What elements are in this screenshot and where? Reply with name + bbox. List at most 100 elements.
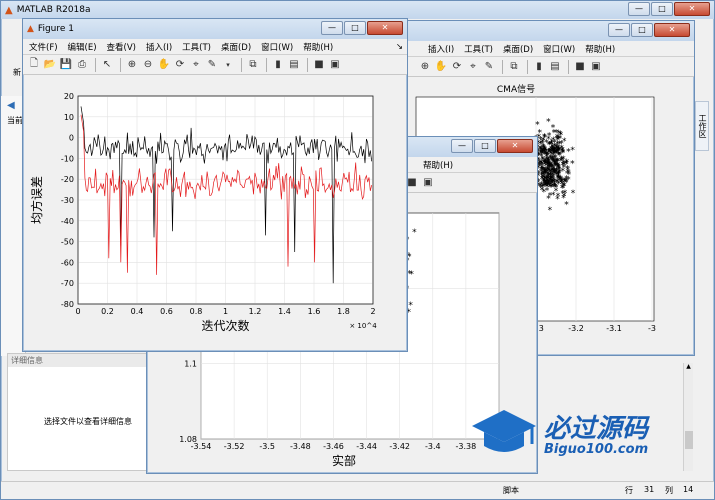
colorbar-icon[interactable]: ▮: [271, 58, 285, 72]
y-tick-label: -70: [61, 279, 74, 288]
fig1-maximize-button[interactable]: □: [344, 21, 366, 35]
cma-menu-insert[interactable]: 插入(I): [428, 43, 454, 55]
pan-icon[interactable]: ✋: [434, 60, 448, 74]
mid-maximize-button[interactable]: □: [474, 139, 496, 153]
toolstrip-new-label: 新: [13, 68, 21, 77]
mid-x-tick-label: -3.46: [323, 442, 344, 451]
cma-maximize-button[interactable]: □: [631, 23, 653, 37]
minimize-button[interactable]: —: [628, 2, 650, 16]
brush-icon[interactable]: ✎: [482, 60, 496, 74]
y-tick-label: -40: [61, 217, 74, 226]
edit-plot-icon[interactable]: ↖: [100, 58, 114, 72]
cma-menu-tools[interactable]: 工具(T): [464, 43, 493, 55]
cma-scatter-point: *: [540, 183, 545, 193]
close-button[interactable]: ✕: [674, 2, 710, 16]
data-cursor-icon[interactable]: ⌖: [189, 58, 203, 72]
matlab-titlebar: ▲ MATLAB R2018a — □ ✕: [1, 1, 714, 19]
open-icon[interactable]: 📂: [43, 58, 57, 72]
cma-menu-desktop[interactable]: 桌面(D): [503, 43, 533, 55]
cma-scatter-point: *: [547, 141, 552, 151]
pan-icon[interactable]: ✋: [157, 58, 171, 72]
menu-insert[interactable]: 插入(I): [146, 41, 172, 53]
menu-tools[interactable]: 工具(T): [182, 41, 211, 53]
menu-desktop[interactable]: 桌面(D): [221, 41, 251, 53]
zoom-out-icon[interactable]: ⊖: [141, 58, 155, 72]
right-panel-tab[interactable]: 工作区: [695, 101, 709, 151]
zoom-in-icon[interactable]: ⊕: [418, 60, 432, 74]
mid-menu-help[interactable]: 帮助(H): [423, 159, 453, 171]
x-tick-label: 0.4: [131, 307, 144, 316]
status-bar: 脚本 行 31 列 14: [1, 481, 714, 499]
menu-edit[interactable]: 编辑(E): [68, 41, 97, 53]
fig1-menubar: 文件(F) 编辑(E) 查看(V) 插入(I) 工具(T) 桌面(D) 窗口(W…: [23, 39, 407, 55]
mid-close-button[interactable]: ✕: [497, 139, 533, 153]
link-icon[interactable]: ⧉: [507, 60, 521, 74]
cma-menu-help[interactable]: 帮助(H): [585, 43, 615, 55]
fig1-close-button[interactable]: ✕: [367, 21, 403, 35]
x-tick-label: 0.6: [160, 307, 173, 316]
print-icon[interactable]: ⎙: [75, 58, 89, 72]
show-plot-tools-icon[interactable]: ▣: [421, 176, 435, 190]
zoom-in-icon[interactable]: ⊕: [125, 58, 139, 72]
maximize-button[interactable]: □: [651, 2, 673, 16]
cma-scatter-point: *: [554, 184, 559, 194]
show-plot-tools-icon[interactable]: ▣: [328, 58, 342, 72]
mid-y-tick-label: 1.1: [184, 360, 197, 369]
toolbar-separator: [266, 57, 267, 72]
matlab-logo-icon: ▲: [5, 4, 13, 16]
y-tick-label: 10: [64, 113, 74, 122]
menu-help[interactable]: 帮助(H): [303, 41, 333, 53]
link-icon[interactable]: ⧉: [246, 58, 260, 72]
save-icon[interactable]: 💾: [59, 58, 73, 72]
legend-icon[interactable]: ▤: [548, 60, 562, 74]
legend-icon[interactable]: ▤: [287, 58, 301, 72]
menu-view[interactable]: 查看(V): [107, 41, 136, 53]
status-col-label: 列: [665, 486, 673, 495]
y-tick-label: -80: [61, 300, 74, 309]
brush-dropdown-icon[interactable]: ▾: [221, 58, 235, 72]
toolbar-separator: [120, 57, 121, 72]
menu-window[interactable]: 窗口(W): [261, 41, 293, 53]
cma-scatter-point: *: [541, 173, 546, 183]
new-figure-icon[interactable]: 🗋: [27, 58, 41, 72]
cma-scatter-point: *: [561, 194, 566, 204]
brush-icon[interactable]: ✎: [205, 58, 219, 72]
mid-scatter-point: *: [408, 269, 413, 279]
menu-file[interactable]: 文件(F): [29, 41, 58, 53]
cma-minimize-button[interactable]: —: [608, 23, 630, 37]
scroll-up-icon[interactable]: ▲: [684, 363, 693, 370]
x-tick-label: 0.8: [190, 307, 203, 316]
y-tick-label: -50: [61, 238, 74, 247]
toolbar-separator: [95, 57, 96, 72]
y-tick-label: 0: [69, 134, 74, 143]
menu-dock-icon[interactable]: ↘: [396, 42, 403, 52]
hide-plot-tools-icon[interactable]: ■: [573, 60, 587, 74]
cma-scatter-point: *: [550, 180, 555, 190]
mid-x-tick-label: -3.5: [259, 442, 275, 451]
x-exponent-label: × 10^4: [349, 322, 377, 330]
hide-plot-tools-icon[interactable]: ■: [312, 58, 326, 72]
status-col: 14: [683, 485, 694, 494]
rotate-icon[interactable]: ⟳: [173, 58, 187, 72]
mid-x-tick-label: -3.48: [290, 442, 311, 451]
mid-x-tick-label: -3.44: [356, 442, 377, 451]
figure1-window: ▲ Figure 1 — □ ✕ 文件(F) 编辑(E) 查看(V) 插入(I)…: [22, 18, 408, 352]
fig1-minimize-button[interactable]: —: [321, 21, 343, 35]
rotate-icon[interactable]: ⟳: [450, 60, 464, 74]
cma-scatter-point: *: [553, 148, 558, 158]
colorbar-icon[interactable]: ▮: [532, 60, 546, 74]
cma-chart-title: CMA信号: [497, 83, 535, 95]
x-tick-label: 1.2: [249, 307, 262, 316]
show-plot-tools-icon[interactable]: ▣: [589, 60, 603, 74]
cma-scatter-point: *: [571, 189, 576, 199]
mid-y-tick-label: 1.08: [179, 435, 197, 444]
data-cursor-icon[interactable]: ⌖: [466, 60, 480, 74]
y-tick-label: -20: [61, 175, 74, 184]
cma-menu-window[interactable]: 窗口(W): [543, 43, 575, 55]
cma-scatter-point: *: [570, 159, 575, 169]
mid-scatter-point: *: [408, 301, 413, 311]
cma-scatter-point: *: [566, 166, 571, 176]
cma-close-button[interactable]: ✕: [654, 23, 690, 37]
details-header: 详细信息: [8, 354, 148, 367]
mid-minimize-button[interactable]: —: [451, 139, 473, 153]
